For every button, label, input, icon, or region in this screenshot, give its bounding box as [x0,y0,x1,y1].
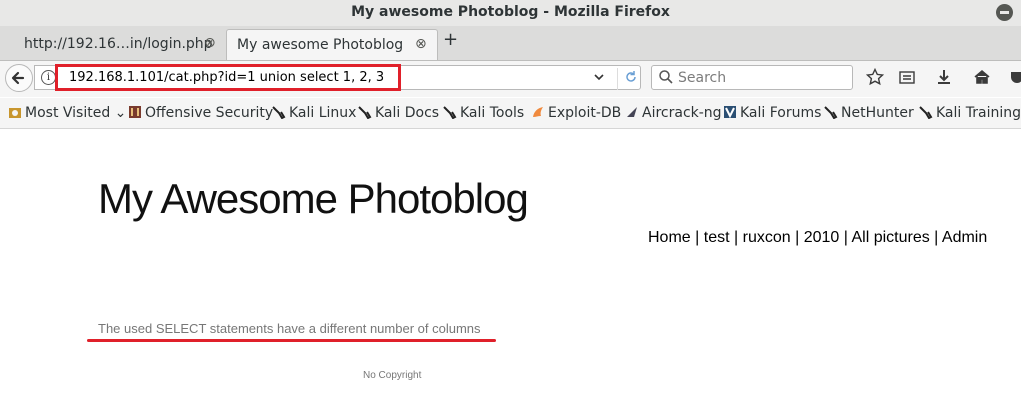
reload-icon[interactable] [617,68,638,90]
bookmark-kali-docs[interactable]: Kali Docs [358,105,439,121]
bookmark-label: Kali Training [936,105,1021,121]
reading-list-icon[interactable] [898,68,916,90]
site-title: My Awesome Photoblog [98,175,529,222]
chevron-down-icon: ⌄ [110,105,127,121]
back-button[interactable] [5,64,33,92]
window-title: My awesome Photoblog - Mozilla Firefox [351,4,670,20]
nav-link-2010[interactable]: 2010 [804,229,840,246]
bookmark-label: Kali Linux [289,105,357,121]
bookmark-kali-tools[interactable]: Kali Tools [443,105,524,121]
kali-dragon-icon [443,106,457,119]
pocket-icon[interactable] [1010,68,1021,90]
error-underline-annotation [87,339,496,342]
tab-strip: http://192.16…in/login.php ⊗ My awesome … [0,26,1021,61]
aircrack-icon [627,107,637,117]
page-footer: No Copyright [363,370,422,381]
kali-dragon-icon [824,106,838,119]
tab-photoblog[interactable]: My awesome Photoblog ⊗ [226,29,438,60]
kali-forums-icon [724,106,736,119]
window-minimize-icon[interactable] [996,4,1013,21]
bookmark-kali-training[interactable]: Kali Training [919,105,1021,121]
nav-link-home[interactable]: Home [648,229,691,246]
nav-separator: | [734,229,743,246]
nav-link-test[interactable]: test [704,229,730,246]
tab-close-icon[interactable]: ⊗ [415,36,427,52]
back-arrow-icon [11,71,25,85]
kali-dragon-icon [358,106,372,119]
search-icon [658,69,674,89]
kali-dragon-icon [272,106,286,119]
bookmark-kali-linux[interactable]: Kali Linux [272,105,356,121]
sql-error-message: The used SELECT statements have a differ… [98,321,481,336]
bookmark-nethunter[interactable]: NetHunter [824,105,914,121]
bookmark-label: Offensive Security [145,105,274,121]
bookmark-label: Aircrack-ng [642,105,722,121]
bookmark-kali-forums[interactable]: Kali Forums [723,105,821,121]
new-tab-button[interactable]: + [443,29,458,50]
url-dropdown-icon[interactable] [593,68,605,90]
url-highlight-annotation [55,64,401,91]
bookmark-most-visited[interactable]: Most Visited ⌄ [8,105,126,121]
offsec-icon [129,106,141,118]
tab-login[interactable]: http://192.16…in/login.php ⊗ [14,29,224,59]
gear-icon [9,108,21,118]
bookmark-label: Exploit-DB [548,105,622,121]
bookmark-aircrack-ng[interactable]: Aircrack-ng [625,105,722,121]
nav-separator: | [795,229,804,246]
exploitdb-icon [533,107,543,117]
nav-separator: | [934,229,942,246]
search-input[interactable]: Search [678,70,726,86]
search-bar[interactable]: Search [651,65,853,90]
tab-close-icon[interactable]: ⊗ [204,35,216,51]
nav-link-admin[interactable]: Admin [942,229,987,246]
window-titlebar: My awesome Photoblog - Mozilla Firefox [0,0,1021,26]
bookmark-star-icon[interactable] [865,67,885,90]
kali-dragon-icon [919,106,933,119]
site-nav: Home | test | ruxcon | 2010 | All pictur… [648,229,987,247]
bookmark-exploit-db[interactable]: Exploit-DB [531,105,621,121]
download-icon[interactable] [935,68,953,90]
tab-label: My awesome Photoblog [237,37,404,53]
tab-label: http://192.16…in/login.php [24,36,213,52]
nav-link-ruxcon[interactable]: ruxcon [743,229,791,246]
page-content: My Awesome Photoblog Home | test | ruxco… [0,129,1021,409]
bookmark-label: Kali Tools [460,105,525,121]
bookmark-label: NetHunter [841,105,914,121]
home-icon[interactable] [973,68,991,90]
nav-link-all-pictures[interactable]: All pictures [851,229,929,246]
info-icon[interactable]: i [41,70,56,85]
bookmark-label: Kali Docs [375,105,440,121]
bookmark-label: Most Visited [25,105,111,121]
bookmark-label: Kali Forums [740,105,822,121]
bookmarks-toolbar: Most Visited ⌄ Offensive Security Kali L… [0,98,1021,129]
nav-separator: | [695,229,704,246]
bookmark-offensive-security[interactable]: Offensive Security [128,105,273,121]
